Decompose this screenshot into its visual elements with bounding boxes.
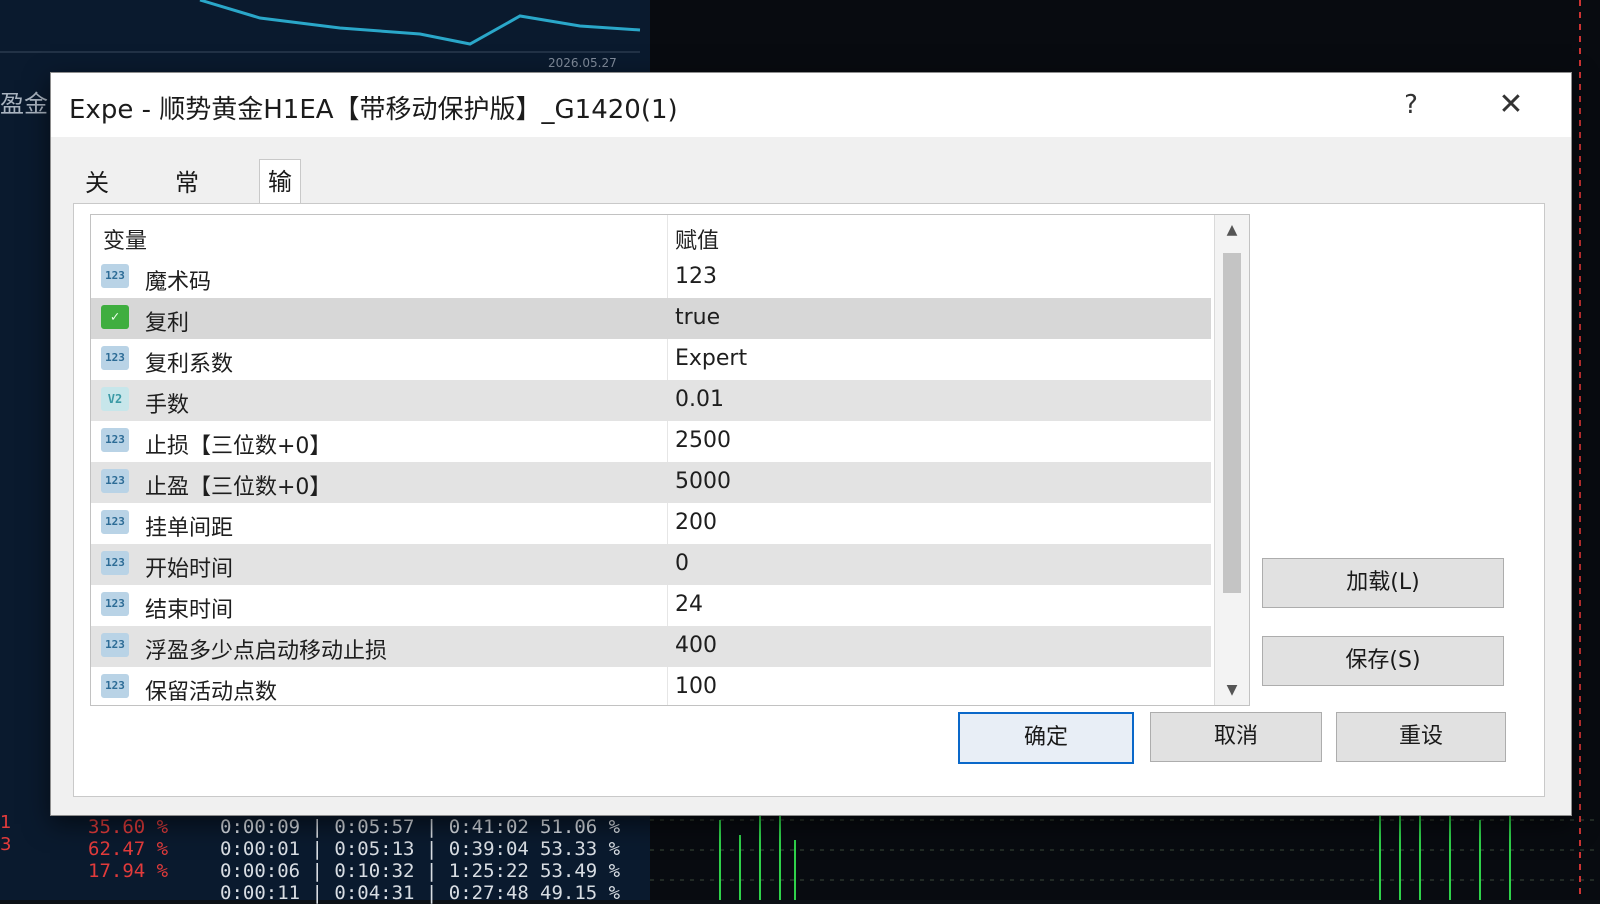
integer-type-icon: 123 [101,551,129,575]
stats-row: 62.47 % 0:00:01 | 0:05:13 | 0:39:04 53.3… [80,838,640,860]
close-button[interactable]: ✕ [1491,85,1531,125]
stats-red-value: 35.60 % [88,816,169,838]
variable-value[interactable]: true [675,305,720,330]
table-row[interactable]: 123 开始时间 0 [91,544,1211,585]
variable-name: 结束时间 [145,598,234,623]
tab-common[interactable]: 常用 [167,161,207,241]
column-header-value[interactable]: 赋值 [675,223,719,255]
stats-percent: 49.15 % [540,882,621,904]
variable-value[interactable]: 100 [675,674,717,699]
variable-value[interactable]: Expert [675,346,747,371]
variable-name: 开始时间 [145,557,234,582]
tab-inputs[interactable]: 输入参数 [259,159,301,328]
stats-percent: 51.06 % [540,816,621,838]
integer-type-icon: 123 [101,674,129,698]
table-row[interactable]: V2 手数 0.01 [91,380,1211,421]
scroll-up-arrow-icon[interactable]: ▲ [1215,217,1249,243]
table-row[interactable]: 123 结束时间 24 [91,585,1211,626]
background-stats-table: 35.60 % 0:00:09 | 0:05:57 | 0:41:02 51.0… [80,816,640,904]
integer-type-icon: 123 [101,592,129,616]
variable-name: 复利系数 [145,352,234,377]
variable-name: 挂单间距 [145,516,234,541]
expert-properties-dialog: Expe - 顺势黄金H1EA【带移动保护版】_G1420(1) ? ✕ 关于 … [50,72,1572,816]
table-row[interactable]: 123 保留活动点数 100 [91,667,1211,705]
integer-type-icon: 123 [101,633,129,657]
variable-name: 手数 [145,393,190,418]
vertical-scrollbar[interactable]: ▲ ▼ [1214,215,1249,705]
scroll-down-arrow-icon[interactable]: ▼ [1215,677,1249,703]
table-row[interactable]: 123 复利系数 Expert [91,339,1211,380]
background-side-label: 盈金 [0,90,48,118]
table-row[interactable]: 123 止盈【三位数+0】 5000 [91,462,1211,503]
background-price-line [199,0,641,46]
dialog-titlebar[interactable]: Expe - 顺势黄金H1EA【带移动保护版】_G1420(1) ? ✕ [51,73,1571,137]
table-row[interactable]: 123 止损【三位数+0】 2500 [91,421,1211,462]
integer-type-icon: 123 [101,346,129,370]
boolean-type-icon: ✓ [101,305,129,329]
tab-about[interactable]: 关于 [77,161,117,241]
background-grid [650,819,1600,881]
variable-name: 保留活动点数 [145,680,278,705]
background-red-mark: 1 [0,812,12,833]
table-row[interactable]: 123 挂单间距 200 [91,503,1211,544]
table-row[interactable]: 123 浮盈多少点启动移动止损 400 [91,626,1211,667]
background-red-mark: 3 [0,834,12,855]
stats-times: 0:00:06 | 0:10:32 | 1:25:22 [220,860,529,882]
variable-value[interactable]: 0 [675,551,689,576]
help-button[interactable]: ? [1391,85,1431,125]
reset-button[interactable]: 重设 [1336,712,1506,762]
variable-value[interactable]: 0.01 [675,387,724,412]
column-header-variable[interactable]: 变量 [103,223,147,255]
ok-button[interactable]: 确定 [958,712,1134,764]
table-row[interactable]: ✓ 复利 true [91,298,1211,339]
variable-value[interactable]: 400 [675,633,717,658]
stats-percent: 53.33 % [540,838,621,860]
variable-name: 浮盈多少点启动移动止损 [145,639,388,664]
background-date-label: 2026.05.27 [548,56,617,70]
double-type-icon: V2 [101,387,129,411]
stats-times: 0:00:11 | 0:04:31 | 0:27:48 [220,882,529,904]
dialog-title: Expe - 顺势黄金H1EA【带移动保护版】_G1420(1) [69,95,678,125]
integer-type-icon: 123 [101,264,129,288]
stats-times: 0:00:01 | 0:05:13 | 0:39:04 [220,838,529,860]
variable-value[interactable]: 24 [675,592,703,617]
integer-type-icon: 123 [101,428,129,452]
variable-value[interactable]: 200 [675,510,717,535]
stats-row: 17.94 % 0:00:06 | 0:10:32 | 1:25:22 53.4… [80,860,640,882]
stats-red-value: 17.94 % [88,860,169,882]
cancel-button[interactable]: 取消 [1150,712,1322,762]
save-button[interactable]: 保存(S) [1262,636,1504,686]
stats-percent: 53.49 % [540,860,621,882]
variable-value[interactable]: 5000 [675,469,731,494]
integer-type-icon: 123 [101,469,129,493]
variable-name: 复利 [145,311,190,336]
scrollbar-thumb[interactable] [1223,253,1241,593]
stats-row: 0:00:11 | 0:04:31 | 0:27:48 49.15 % [80,882,640,904]
inputs-grid: 变量 赋值 123 魔术码 123 ✓ 复利 true 123 复利系数 Exp… [90,214,1250,706]
stats-times: 0:00:09 | 0:05:57 | 0:41:02 [220,816,529,838]
load-button[interactable]: 加载(L) [1262,558,1504,608]
variable-name: 止损【三位数+0】 [145,434,332,459]
table-row[interactable]: 123 魔术码 123 [91,257,1211,298]
variable-name: 魔术码 [145,270,212,295]
stats-red-value: 62.47 % [88,838,169,860]
variable-value[interactable]: 123 [675,264,717,289]
variable-name: 止盈【三位数+0】 [145,475,332,500]
integer-type-icon: 123 [101,510,129,534]
stats-row: 35.60 % 0:00:09 | 0:05:57 | 0:41:02 51.0… [80,816,640,838]
inputs-panel: 变量 赋值 123 魔术码 123 ✓ 复利 true 123 复利系数 Exp… [73,203,1545,797]
variable-value[interactable]: 2500 [675,428,731,453]
grid-header: 变量 赋值 [91,215,1211,257]
